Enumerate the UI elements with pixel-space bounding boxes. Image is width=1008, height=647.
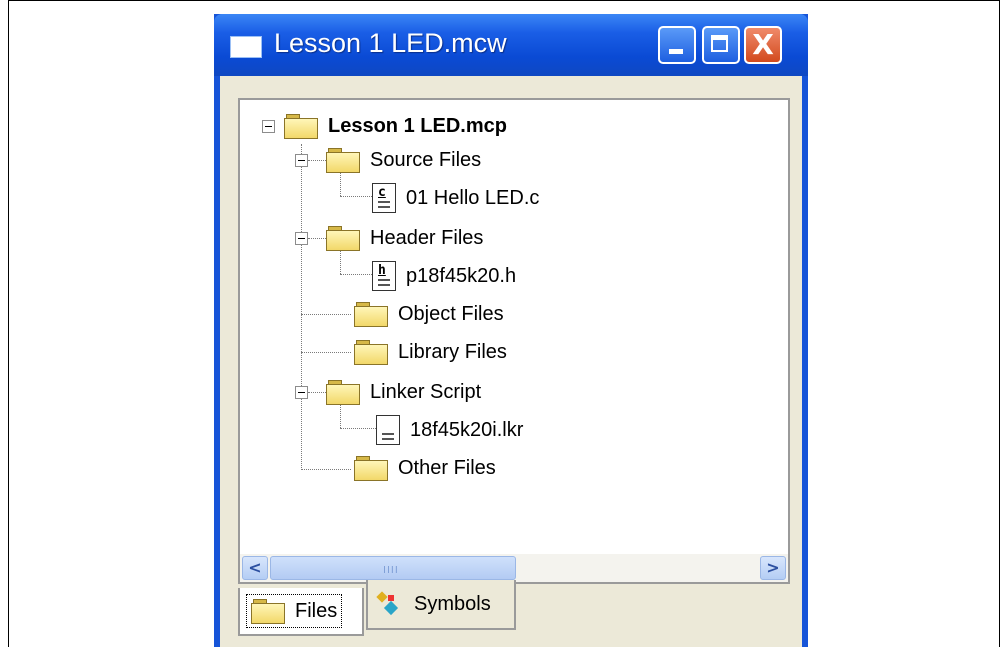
tree-item-label: Lesson 1 LED.mcp — [328, 114, 507, 137]
tree-item-label: Object Files — [398, 302, 504, 325]
window-icon — [230, 36, 262, 58]
collapse-toggle-source-files[interactable] — [295, 154, 308, 167]
maximize-icon — [711, 35, 728, 52]
workspace-window: Lesson 1 LED.mcw X Lesson 1 LED.mcp Sour… — [214, 14, 808, 647]
tree-item-source-files[interactable]: Source Files — [326, 142, 481, 178]
linker-file-icon — [376, 415, 400, 445]
tree-item-header-files[interactable]: Header Files — [326, 220, 483, 256]
tree-item-label: Source Files — [370, 148, 482, 171]
maximize-button[interactable] — [702, 26, 740, 64]
tree-line — [301, 352, 351, 353]
tree-line — [301, 469, 351, 470]
tree-item-library-files[interactable]: Library Files — [354, 334, 507, 370]
scroll-left-button[interactable]: < — [242, 556, 268, 580]
minimize-icon — [669, 49, 683, 54]
tree-line — [340, 428, 380, 429]
tree-item-label: Library Files — [398, 340, 507, 363]
tree-line — [301, 144, 302, 470]
collapse-toggle-header-files[interactable] — [295, 232, 308, 245]
tab-files-focus: Files — [246, 594, 343, 628]
folder-icon — [326, 226, 360, 251]
tree-item-file[interactable]: h p18f45k20.h — [372, 258, 516, 294]
tree-item-object-files[interactable]: Object Files — [354, 296, 504, 332]
tab-label: Files — [295, 599, 338, 622]
tab-symbols[interactable]: Symbols — [366, 580, 516, 630]
tree-item-label: p18f45k20.h — [406, 264, 517, 287]
scroll-thumb[interactable]: IIII — [270, 556, 516, 580]
tree-item-other-files[interactable]: Other Files — [354, 450, 496, 486]
tree-item-linker-script[interactable]: Linker Script — [326, 374, 481, 410]
client-area: Lesson 1 LED.mcp Source Files c 01 Hello… — [220, 76, 802, 647]
scroll-right-button[interactable]: > — [760, 556, 786, 580]
page-border-right — [999, 0, 1000, 647]
tree-item-project[interactable]: Lesson 1 LED.mcp — [284, 108, 507, 144]
tree-line — [301, 314, 351, 315]
tree-item-label: Other Files — [398, 456, 496, 479]
project-tree: Lesson 1 LED.mcp Source Files c 01 Hello… — [238, 98, 790, 556]
tree-item-label: Header Files — [370, 226, 484, 249]
page-border-left — [8, 0, 9, 647]
scroll-grip: IIII — [383, 565, 399, 576]
tab-files[interactable]: Files — [238, 588, 364, 636]
collapse-toggle-linker-script[interactable] — [295, 386, 308, 399]
tree-item-label: 18f45k20i.lkr — [410, 418, 524, 441]
window-title: Lesson 1 LED.mcw — [274, 28, 507, 58]
tree-item-label: Linker Script — [370, 380, 482, 403]
c-file-icon: c — [372, 183, 396, 213]
collapse-toggle-project[interactable] — [262, 120, 275, 133]
tree-item-label: 01 Hello LED.c — [406, 186, 540, 209]
folder-icon — [354, 456, 388, 481]
close-icon: X — [752, 28, 774, 61]
minimize-button[interactable] — [658, 26, 696, 64]
close-button[interactable]: X — [744, 26, 782, 64]
page-border-top — [8, 0, 1000, 1]
h-file-icon: h — [372, 261, 396, 291]
folder-icon — [326, 380, 360, 405]
tree-item-file[interactable]: c 01 Hello LED.c — [372, 180, 539, 216]
tab-label: Symbols — [414, 592, 491, 615]
folder-icon — [284, 114, 318, 139]
symbols-icon — [376, 591, 404, 617]
folder-icon — [354, 340, 388, 365]
folder-icon — [251, 599, 285, 624]
tree-item-file[interactable]: 18f45k20i.lkr — [376, 412, 523, 448]
title-bar[interactable]: Lesson 1 LED.mcw X — [214, 14, 808, 76]
folder-icon — [326, 148, 360, 173]
folder-icon — [354, 302, 388, 327]
